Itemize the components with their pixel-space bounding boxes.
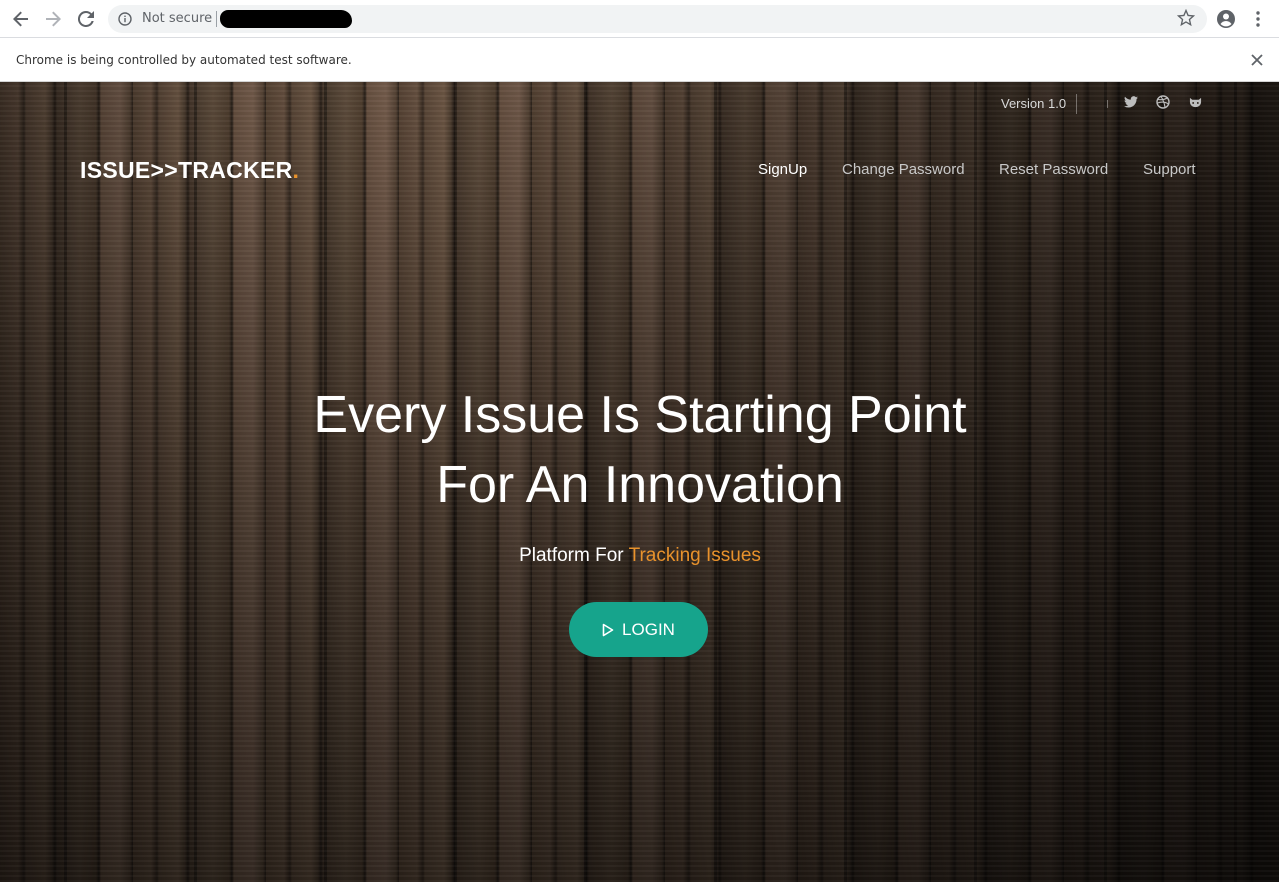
twitter-link[interactable] [1123,94,1139,110]
site-logo[interactable]: ISSUE>>TRACKER. [80,157,299,184]
close-icon [1251,54,1263,66]
bookmark-star-icon[interactable] [1177,9,1195,27]
omnibox-separator [216,11,217,27]
infobar-message: Chrome is being controlled by automated … [16,53,352,67]
github-link[interactable] [1187,94,1203,110]
tagline-prefix: Platform For [519,545,629,566]
login-button[interactable]: LOGIN [569,602,708,657]
nav-signup-link[interactable]: SignUp [758,161,807,178]
back-button[interactable] [9,7,33,31]
github-icon [1189,97,1201,107]
reload-icon [78,11,94,27]
hero-headline-line1: Every Issue Is Starting Point [313,386,967,444]
browser-toolbar: Not secure [0,0,1279,38]
play-icon [602,623,614,636]
nav-support-link[interactable]: Support [1143,161,1196,178]
nav-change-password-link[interactable]: Change Password [842,161,965,178]
not-secure-label: Not secure [142,11,213,26]
logo-text: ISSUE>>TRACKER [80,157,293,183]
twitter-icon [1124,96,1138,108]
browser-menu-button[interactable] [1246,7,1270,31]
dribbble-icon [1156,95,1170,109]
account-circle-icon [1217,10,1235,28]
header-divider-small [1107,100,1108,108]
infobar-close-button[interactable] [1247,50,1267,70]
profile-button[interactable] [1214,7,1238,31]
more-vertical-icon [1256,11,1260,27]
login-label: LOGIN [622,619,675,639]
address-bar[interactable]: Not secure [108,5,1207,33]
tagline-accent: Tracking Issues [628,545,761,566]
dribbble-link[interactable] [1155,94,1171,110]
version-label: Version 1.0 [1001,96,1067,111]
hero-headline-line2: For An Innovation [436,456,844,514]
logo-dot: . [292,157,300,183]
automation-infobar: Chrome is being controlled by automated … [0,38,1279,82]
header-divider [1076,94,1077,114]
hero-section: Version 1.0 ISSUE>>TRACKER. SignUp Chang… [0,82,1279,882]
arrow-right-icon [46,11,61,27]
forward-button[interactable] [41,7,65,31]
hero-tagline: Platform For Tracking Issues [240,545,1040,567]
nav-reset-password-link[interactable]: Reset Password [999,161,1108,178]
reload-button[interactable] [74,7,98,31]
info-icon [118,12,132,26]
redacted-url [220,10,352,28]
arrow-left-icon [13,11,28,27]
